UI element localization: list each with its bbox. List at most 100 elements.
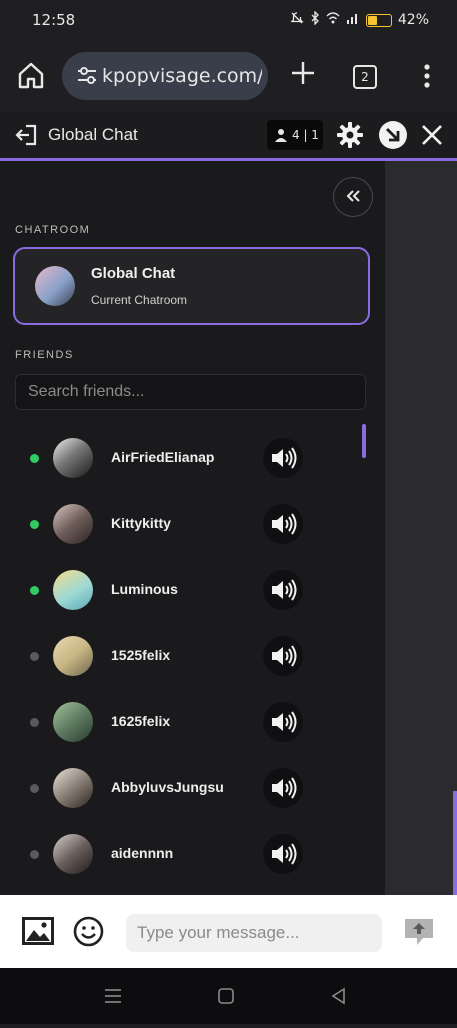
online-status-dot xyxy=(30,586,39,595)
friend-name: 1625felix xyxy=(111,713,171,729)
voice-button[interactable] xyxy=(263,702,303,742)
kebab-icon xyxy=(424,64,430,88)
leave-chat-button[interactable] xyxy=(14,124,38,146)
status-time: 12:58 xyxy=(32,11,76,29)
person-icon xyxy=(275,129,287,142)
friend-row[interactable]: AbbyluvsJungsu xyxy=(0,755,385,821)
home-nav-icon[interactable] xyxy=(218,988,234,1004)
speaker-icon xyxy=(272,645,297,667)
chat-scrollbar[interactable] xyxy=(453,791,457,895)
arrow-down-right-icon xyxy=(386,128,400,142)
friend-name: 1525felix xyxy=(111,647,171,663)
attach-image-button[interactable] xyxy=(22,917,54,945)
offline-status-dot xyxy=(30,784,39,793)
chatroom-avatar xyxy=(35,266,75,306)
friend-row[interactable]: 1525felix xyxy=(0,623,385,689)
offline-status-dot xyxy=(30,652,39,661)
message-composer xyxy=(0,895,457,968)
user-count-text: 4 | 1 xyxy=(292,128,319,142)
close-chat-button[interactable] xyxy=(420,123,444,147)
settings-button[interactable] xyxy=(336,121,364,149)
system-navigation-bar xyxy=(0,968,457,1024)
voice-button[interactable] xyxy=(263,834,303,874)
back-icon[interactable] xyxy=(331,987,345,1005)
online-status-dot xyxy=(30,520,39,529)
send-button[interactable] xyxy=(403,917,435,947)
url-bar[interactable]: kpopvisage.com/ xyxy=(62,52,268,100)
speaker-icon xyxy=(272,843,297,865)
new-tab-button[interactable] xyxy=(288,58,318,88)
message-input[interactable] xyxy=(126,914,382,952)
friend-row[interactable]: Luminous xyxy=(0,557,385,623)
friend-name: aidennnn xyxy=(111,845,174,861)
plus-icon xyxy=(292,62,314,84)
popout-button[interactable] xyxy=(379,121,407,149)
wifi-icon xyxy=(326,11,340,29)
close-icon xyxy=(422,125,442,145)
battery-percent: 42% xyxy=(397,12,429,28)
image-icon xyxy=(22,917,54,945)
exit-icon xyxy=(15,124,37,146)
chatroom-name: Global Chat xyxy=(91,265,176,282)
friends-section-label: FRIENDS xyxy=(15,349,74,361)
avatar xyxy=(53,834,93,874)
friend-name: Kittykitty xyxy=(111,515,171,531)
more-menu-button[interactable] xyxy=(417,62,437,90)
avatar xyxy=(53,768,93,808)
speaker-icon xyxy=(272,447,297,469)
avatar xyxy=(53,570,93,610)
avatar xyxy=(53,438,93,478)
user-count-badge[interactable]: 4 | 1 xyxy=(267,120,323,150)
tab-switcher-button[interactable]: 2 xyxy=(353,65,377,89)
chat-title: Global Chat xyxy=(48,125,138,144)
status-icons: 42% xyxy=(290,10,429,29)
nav-icons xyxy=(105,987,345,1005)
chatroom-section-label: CHATROOM xyxy=(15,224,91,236)
emoji-button[interactable] xyxy=(73,916,104,947)
speaker-icon xyxy=(272,579,297,601)
friend-name: AbbyluvsJungsu xyxy=(111,779,224,795)
mute-icon xyxy=(290,11,304,29)
home-button[interactable] xyxy=(14,58,48,92)
collapse-sidebar-button[interactable] xyxy=(333,177,373,217)
bluetooth-icon xyxy=(310,10,320,29)
offline-status-dot xyxy=(30,850,39,859)
speaker-icon xyxy=(272,513,297,535)
send-icon xyxy=(405,919,433,945)
chat-background xyxy=(385,161,457,895)
status-bar: 12:58 42% xyxy=(0,0,457,40)
site-settings-icon[interactable] xyxy=(76,66,98,86)
friend-name: AirFriedElianap xyxy=(111,449,215,465)
offline-status-dot xyxy=(30,718,39,727)
current-chatroom-card[interactable]: Global Chat Current Chatroom xyxy=(13,247,370,325)
double-chevron-left-icon xyxy=(346,190,360,202)
url-text[interactable]: kpopvisage.com/ xyxy=(102,65,262,87)
avatar xyxy=(53,636,93,676)
voice-button[interactable] xyxy=(263,636,303,676)
gear-icon xyxy=(337,122,363,148)
friend-row[interactable]: aidennnn xyxy=(0,821,385,887)
voice-button[interactable] xyxy=(263,768,303,808)
avatar xyxy=(53,702,93,742)
browser-toolbar: kpopvisage.com/ 2 xyxy=(0,40,457,112)
online-status-dot xyxy=(30,454,39,463)
voice-button[interactable] xyxy=(263,570,303,610)
chat-header: Global Chat 4 | 1 xyxy=(0,112,457,161)
smiley-icon xyxy=(73,916,104,947)
friend-name: Luminous xyxy=(111,581,178,597)
friend-row[interactable]: 1625felix xyxy=(0,689,385,755)
speaker-icon xyxy=(272,777,297,799)
avatar xyxy=(53,504,93,544)
speaker-icon xyxy=(272,711,297,733)
voice-button[interactable] xyxy=(263,504,303,544)
recents-icon[interactable] xyxy=(105,989,121,1003)
home-icon xyxy=(18,62,44,89)
friend-row[interactable]: Kittykitty xyxy=(0,491,385,557)
search-friends-input[interactable] xyxy=(15,374,366,410)
battery-icon xyxy=(365,13,392,27)
voice-button[interactable] xyxy=(263,438,303,478)
friends-sidebar: CHATROOM Global Chat Current Chatroom FR… xyxy=(0,161,385,895)
friend-row[interactable]: AirFriedElianap xyxy=(0,425,385,491)
signal-icon xyxy=(346,11,360,29)
chatroom-subtitle: Current Chatroom xyxy=(91,293,188,307)
